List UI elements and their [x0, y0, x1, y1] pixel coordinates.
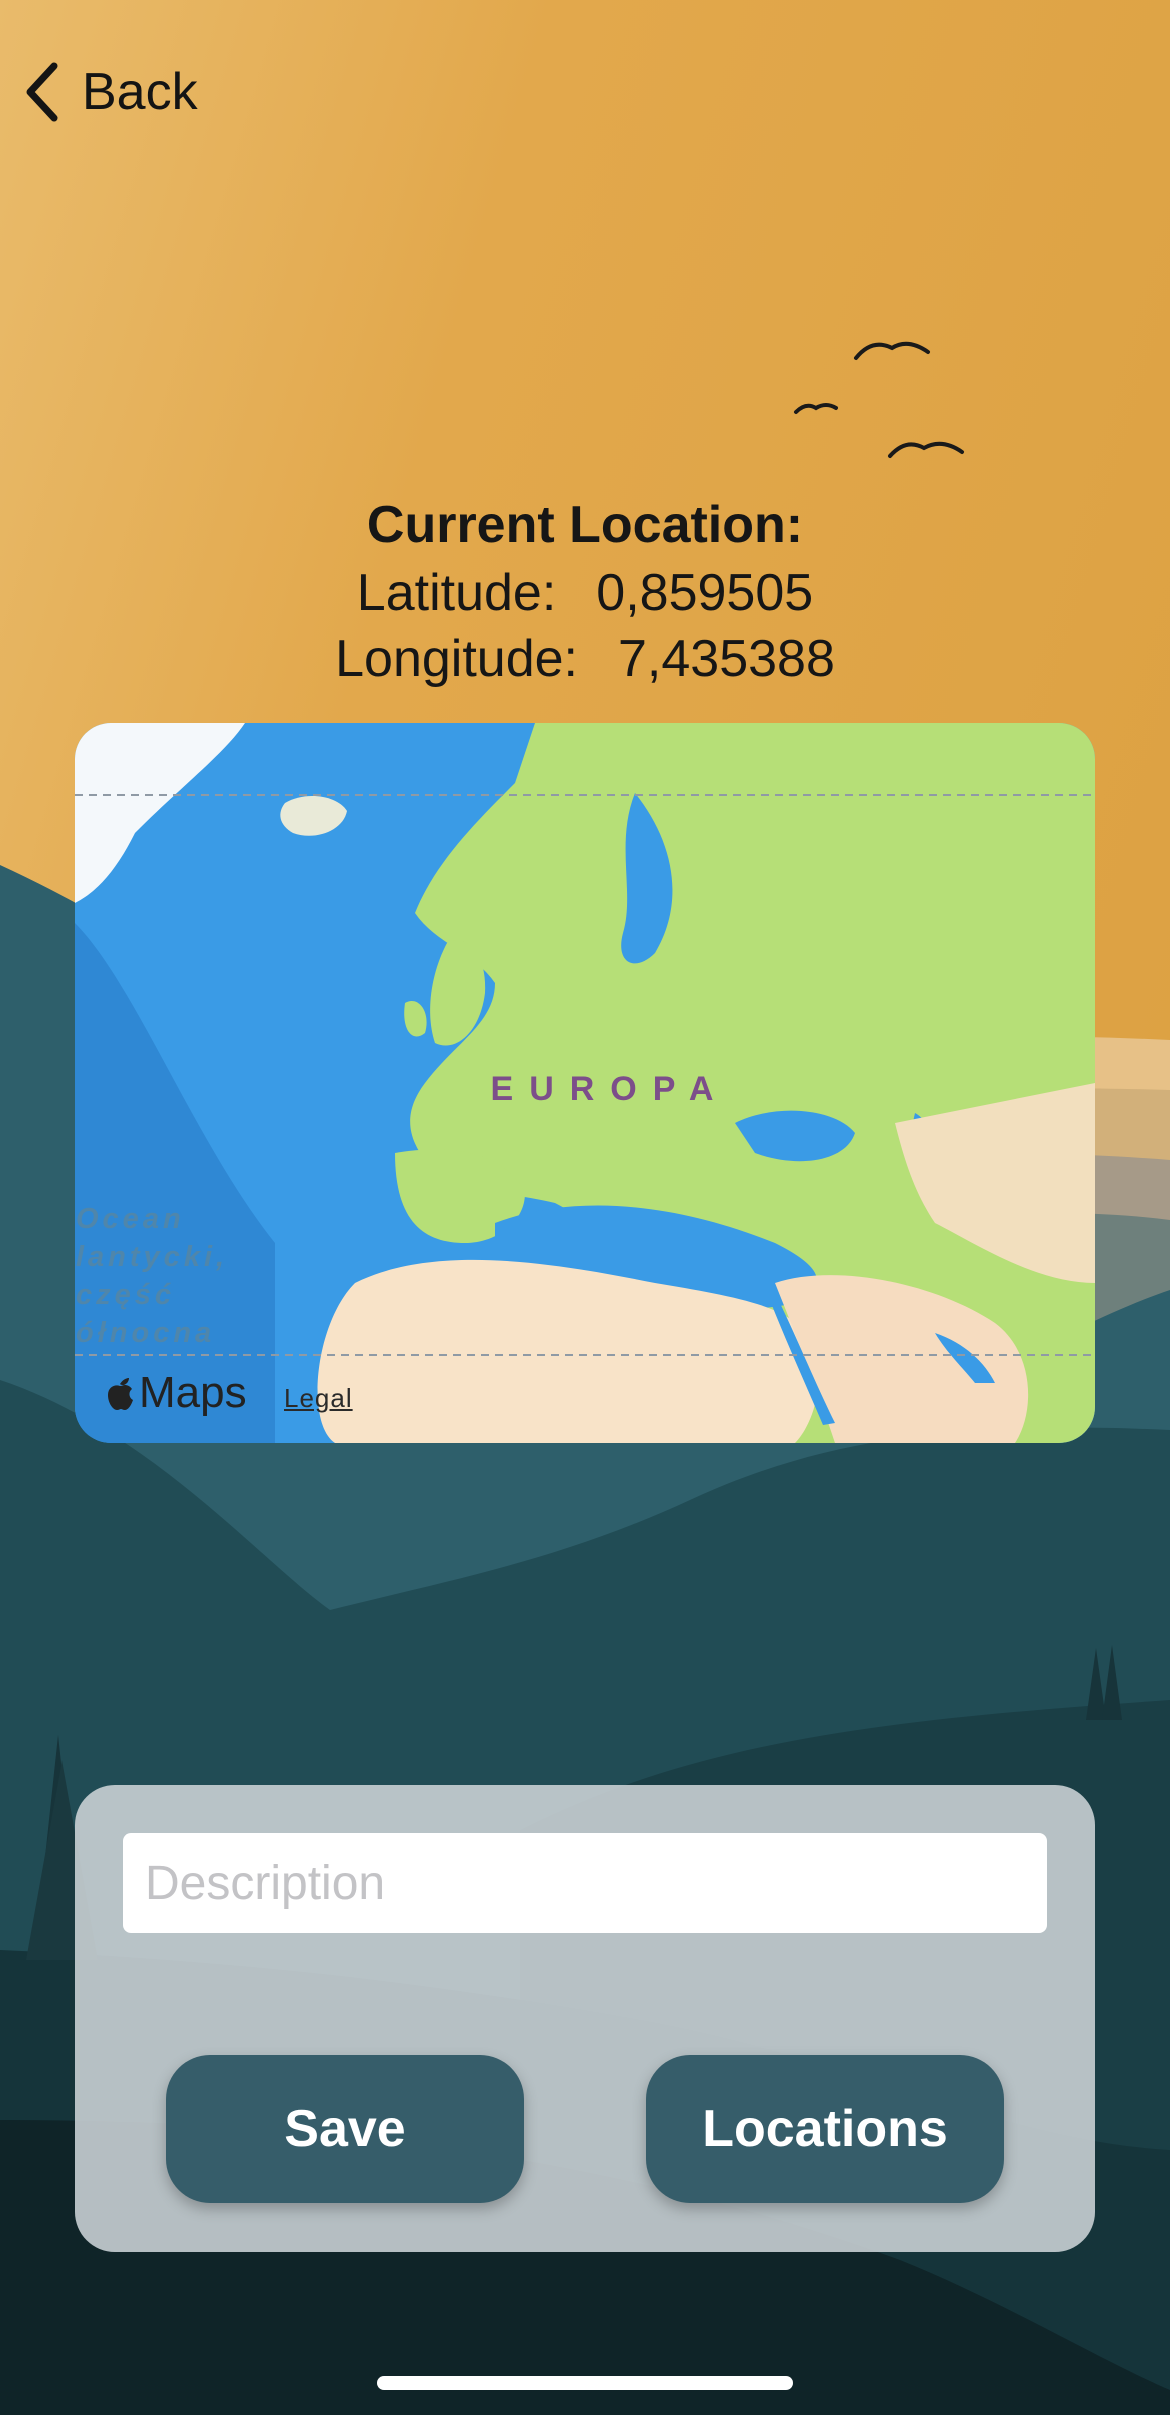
ocean-label-line: Ocean — [76, 1203, 185, 1235]
location-info: Current Location: Latitude: 0,859505 Long… — [0, 490, 1170, 692]
back-button[interactable]: Back — [22, 52, 198, 132]
map-ocean-label: Ocean lantycki, część ółnocna — [76, 1200, 228, 1352]
longitude-value: 7,435388 — [618, 630, 835, 688]
ocean-label-line: część — [76, 1279, 176, 1311]
maps-brand-label: Maps — [139, 1368, 247, 1417]
ocean-label-line: ółnocna — [76, 1317, 216, 1349]
latitude-value: 0,859505 — [596, 564, 814, 622]
back-label: Back — [82, 63, 198, 121]
description-input[interactable] — [123, 1833, 1047, 1933]
chevron-left-icon — [26, 62, 58, 122]
maps-brand: Maps — [105, 1368, 247, 1418]
location-title: Current Location: — [366, 496, 804, 554]
apple-logo-icon — [108, 1378, 133, 1410]
save-button[interactable]: Save — [166, 2055, 524, 2203]
latitude-label: Latitude: — [356, 564, 557, 622]
ocean-label-line: lantycki, — [76, 1241, 229, 1273]
legal-link[interactable]: Legal — [284, 1383, 353, 1414]
longitude-label: Longitude: — [335, 630, 578, 688]
home-indicator[interactable] — [377, 2376, 793, 2390]
map-region-label: EUROPA — [490, 1070, 730, 1108]
locations-button[interactable]: Locations — [646, 2055, 1004, 2203]
longitude-row: Longitude: 7,435388 — [0, 626, 1170, 692]
latitude-row: Latitude: 0,859505 — [0, 560, 1170, 626]
